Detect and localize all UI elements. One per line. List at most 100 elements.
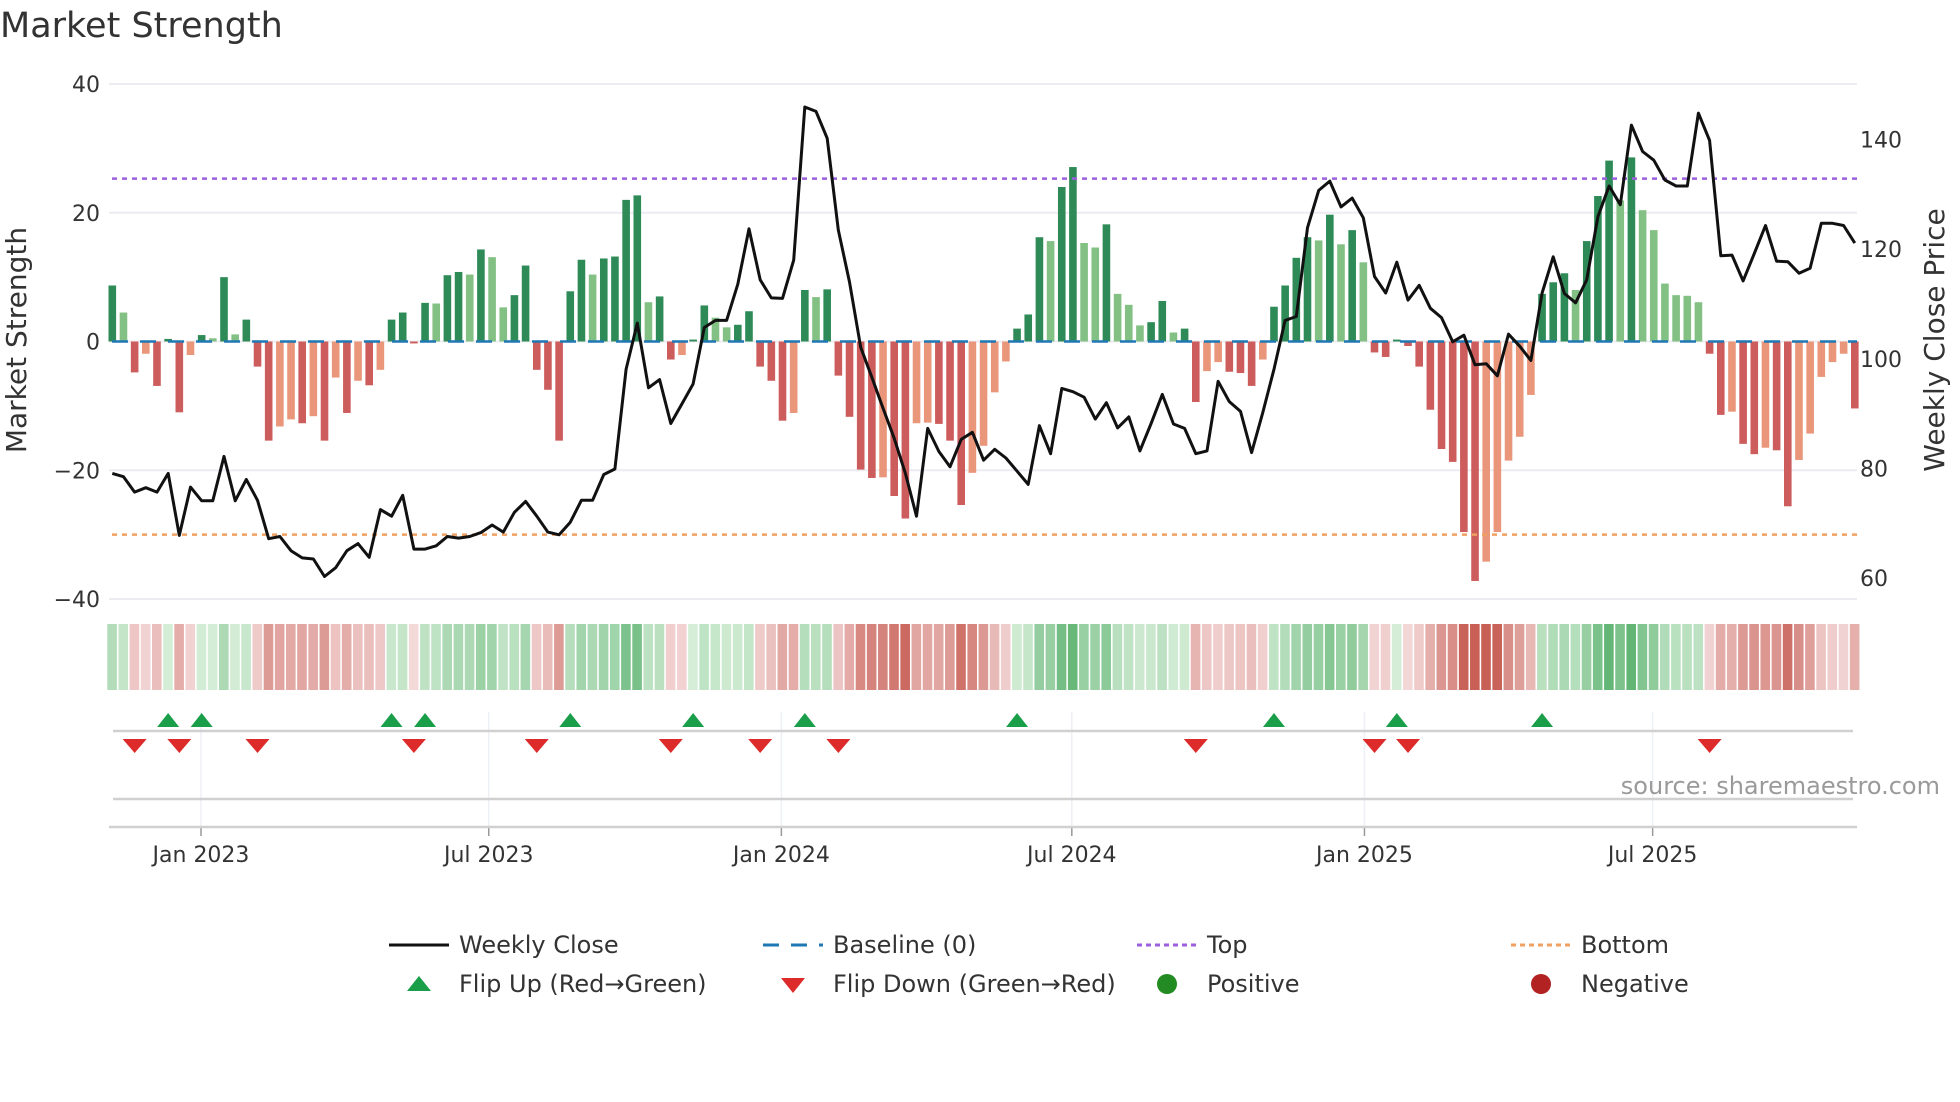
heat-cell — [286, 624, 296, 690]
heat-cell — [1525, 624, 1536, 690]
heat-cell — [487, 624, 497, 690]
heat-cell — [1749, 624, 1759, 690]
strength-bar — [1728, 341, 1736, 412]
heat-cell — [1793, 624, 1804, 690]
heat-cell — [1146, 624, 1156, 690]
heat-cell — [1470, 624, 1480, 690]
heat-cell — [989, 624, 1000, 690]
heat-cell — [1436, 624, 1447, 690]
heat-cell — [1425, 624, 1435, 690]
heat-cell — [475, 624, 486, 690]
heat-cell — [308, 624, 318, 690]
flip-up-marker — [793, 713, 816, 727]
strength-bar — [1616, 200, 1625, 342]
heat-cell — [1090, 624, 1100, 690]
flip-up-marker — [414, 713, 437, 727]
heat-cell — [408, 624, 419, 690]
strength-bar — [521, 265, 530, 342]
strength-bar — [220, 277, 228, 342]
market-strength-chart: 40 20 0 −20 −40 140 120 100 80 60 Jan 2023 Jul 2023… — [0, 73, 1951, 868]
strength-bar — [912, 341, 921, 424]
heat-cell — [1056, 624, 1067, 690]
strength-bar — [376, 341, 385, 370]
heat-cell — [1045, 624, 1056, 690]
flip-down-marker — [1396, 739, 1421, 753]
x-tick-label: Jul 2025 — [1606, 843, 1698, 868]
source-credit: source: sharemaestro.com — [1620, 772, 1940, 800]
strength-bar — [1080, 243, 1088, 342]
heat-cell — [1190, 624, 1201, 690]
strength-bar — [175, 341, 184, 413]
heat-cell — [163, 624, 173, 690]
heat-cell — [1537, 624, 1547, 690]
heat-cell — [554, 624, 564, 690]
strength-bar — [678, 341, 686, 356]
heat-cell — [431, 624, 441, 690]
heat-cell — [1112, 624, 1123, 690]
y-tick-label: −40 — [54, 588, 100, 613]
flip-up-marker — [190, 713, 213, 727]
flip-markers — [122, 713, 1722, 753]
strength-bar — [153, 341, 161, 386]
strength-bar — [510, 295, 519, 342]
strength-bar — [756, 341, 764, 367]
strength-bar — [1348, 230, 1356, 342]
heat-cell — [252, 624, 263, 690]
strength-bar — [253, 341, 262, 367]
flip-up-marker — [1006, 713, 1029, 727]
heat-cell — [1414, 624, 1424, 690]
y2-tick-label: 120 — [1860, 238, 1902, 263]
heat-cell — [1123, 624, 1134, 690]
heat-cell — [799, 624, 810, 690]
strength-bar — [1124, 304, 1133, 342]
heat-cell — [1313, 624, 1324, 690]
heat-cell — [1213, 624, 1223, 690]
strength-bar — [1694, 302, 1703, 342]
flip-up-marker — [380, 713, 403, 727]
strength-bar — [957, 341, 966, 506]
heat-cell — [341, 624, 352, 690]
heat-cell — [509, 624, 520, 690]
x-tick-label: Jan 2023 — [151, 843, 250, 868]
strength-bar — [1504, 341, 1513, 461]
flip-up-marker — [157, 713, 180, 727]
heat-cell — [866, 624, 877, 690]
heat-cell — [129, 624, 140, 690]
strength-bar — [923, 341, 932, 423]
strength-bar — [1236, 341, 1245, 374]
strength-bar — [1683, 295, 1692, 342]
strength-bar — [1046, 241, 1055, 342]
strength-bar — [186, 341, 195, 356]
heat-cell — [1816, 624, 1826, 690]
heat-cell — [933, 624, 944, 690]
strength-bar — [1359, 262, 1368, 342]
heat-cell — [174, 624, 184, 690]
strength-bar — [1136, 325, 1144, 342]
heat-cell — [1324, 624, 1335, 690]
strength-bar — [499, 307, 508, 342]
heat-cell — [118, 624, 129, 690]
heat-cell — [755, 624, 765, 690]
heat-cell — [353, 624, 363, 690]
heat-cell — [945, 624, 955, 690]
strength-bar — [432, 303, 441, 342]
strength-bar — [119, 312, 128, 342]
y2-axis-title: Weekly Close Price — [1918, 208, 1951, 471]
strength-bar — [1839, 341, 1848, 354]
strength-bar — [655, 296, 664, 342]
y-axis-title: Market Strength — [0, 227, 33, 453]
strength-bar — [1247, 341, 1256, 386]
strength-bar — [343, 341, 351, 413]
heat-cell — [464, 624, 475, 690]
strength-bar — [1661, 283, 1669, 342]
strength-bar — [354, 341, 362, 381]
heat-cell — [330, 624, 341, 690]
strength-bar — [689, 339, 697, 342]
heat-cell — [822, 624, 832, 690]
heat-cell — [1782, 624, 1793, 690]
strength-bar — [1795, 341, 1803, 460]
heat-cell — [1849, 624, 1860, 690]
strength-bar — [1326, 214, 1334, 342]
heat-cell — [654, 624, 665, 690]
flip-down-marker — [122, 739, 147, 753]
